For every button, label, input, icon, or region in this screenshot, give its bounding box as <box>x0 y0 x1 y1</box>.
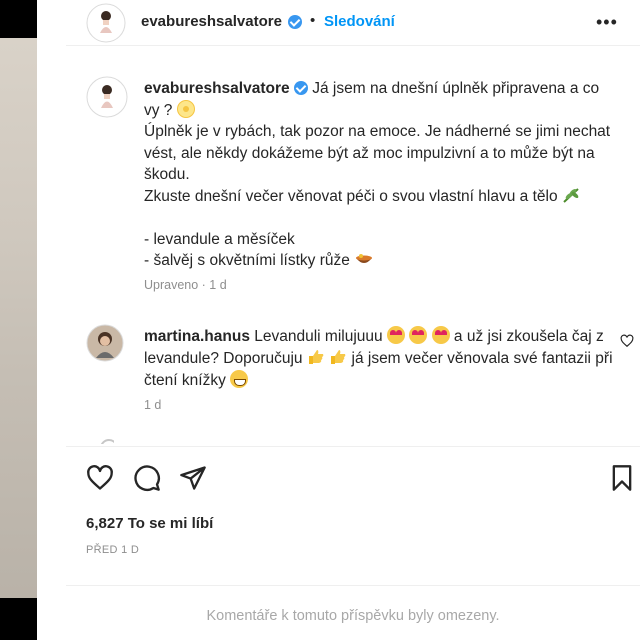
section-divider <box>66 446 640 447</box>
more-options-icon[interactable]: ••• <box>596 12 618 33</box>
full-moon-emoji-icon <box>176 99 195 118</box>
comment-part-1: Levanduli milujuuu <box>254 328 383 345</box>
caption-body: evabureshsalvatore Já jsem na dnešní úpl… <box>144 78 614 272</box>
comment-body: martina.hanus Levanduli milujuuu a už js… <box>144 326 614 392</box>
post-date[interactable]: PŘED 1 D <box>86 544 139 556</box>
thumbs-up-emoji-icon <box>329 348 347 366</box>
comment-bubble-icon[interactable] <box>133 464 161 492</box>
commenter-avatar[interactable] <box>86 324 124 362</box>
verified-badge-icon <box>288 15 302 29</box>
post-header: evabureshsalvatore • Sledování ••• <box>66 0 640 46</box>
bookmark-icon[interactable] <box>608 464 636 492</box>
caption-line-3: Zkuste dnešní večer věnovat péči o svou … <box>144 187 558 205</box>
comments-limited-notice: Komentáře k tomuto příspěvku byly omezen… <box>206 608 500 624</box>
separator-dot: • <box>310 12 316 29</box>
bowl-emoji-icon <box>354 250 374 268</box>
author-avatar[interactable] <box>86 3 126 43</box>
grinning-emoji-icon <box>230 370 249 388</box>
post-detail-panel: evabureshsalvatore • Sledování ••• evabu… <box>66 0 640 640</box>
photo-margin <box>37 0 66 640</box>
comment-like-heart-icon[interactable] <box>620 334 634 348</box>
thumbs-up-emoji-icon <box>307 348 325 366</box>
caption-list-item-1: - levandule a měsíček <box>144 230 295 248</box>
loading-spinner-icon <box>100 436 114 444</box>
post-photo <box>0 38 37 598</box>
section-divider <box>66 585 640 586</box>
author-username[interactable]: evabureshsalvatore <box>141 13 282 30</box>
verified-badge-icon <box>293 81 308 95</box>
caption-author-avatar[interactable] <box>86 76 128 118</box>
caption-meta: Upraveno · 1 d <box>144 278 227 292</box>
comment-meta: 1 d <box>144 398 162 412</box>
follow-button[interactable]: Sledování <box>324 13 395 30</box>
herb-emoji-icon <box>562 186 582 204</box>
heart-eyes-emoji-icon <box>409 326 428 344</box>
heart-eyes-emoji-icon <box>431 326 450 344</box>
caption-list-item-2: - šalvěj s okvětními lístky růže <box>144 252 350 269</box>
caption-username[interactable]: evabureshsalvatore <box>144 80 290 97</box>
post-actions-bar <box>66 458 640 498</box>
commenter-username[interactable]: martina.hanus <box>144 328 250 345</box>
caption-line-2: Úplněk je v rybách, tak pozor na emoce. … <box>144 123 611 183</box>
post-photo-area <box>0 0 66 640</box>
heart-icon[interactable] <box>86 464 114 492</box>
heart-eyes-emoji-icon <box>386 326 405 344</box>
likes-count[interactable]: 6,827 To se mi líbí <box>86 515 213 532</box>
paper-plane-icon[interactable] <box>179 464 207 492</box>
